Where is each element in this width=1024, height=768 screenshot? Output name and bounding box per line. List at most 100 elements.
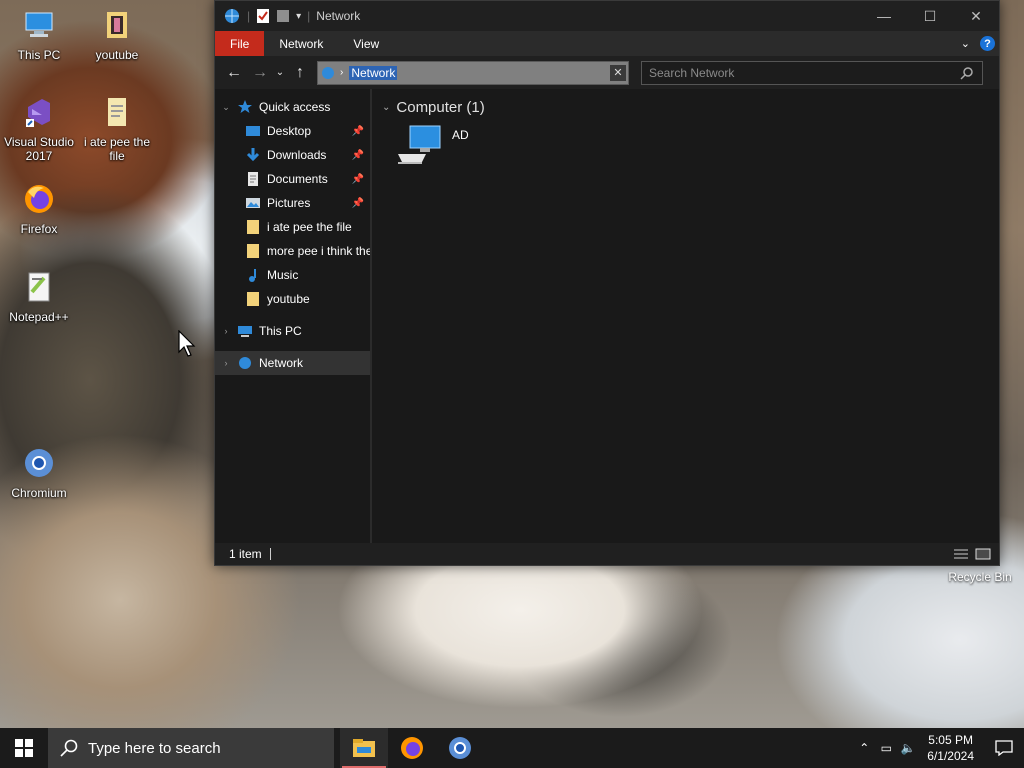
nav-quick-access[interactable]: ⌄ Quick access [215,95,370,119]
minimize-button[interactable]: — [861,1,907,31]
notepad-plus-plus-icon [28,272,50,302]
window-title: Network [316,9,361,23]
desktop-icon-label: Notepad++ [9,310,69,324]
address-bar-row: ← → ⌄ ↑ › Network ✕ [215,56,999,89]
title-bar[interactable]: | ▾ | Network — ☐ ✕ [215,1,999,31]
back-button[interactable]: ← [221,60,247,86]
nav-item-downloads[interactable]: Downloads 📌 [215,143,370,167]
desktop-icon-label: Firefox [20,222,58,236]
tab-file[interactable]: File [215,31,265,56]
file-explorer-window: | ▾ | Network — ☐ ✕ File Network View ⌄ … [214,0,1000,566]
recent-locations-icon[interactable]: ⌄ [273,60,287,86]
computer-icon [398,125,441,164]
chromium-icon [449,737,471,759]
taskbar-search-placeholder[interactable]: Type here to search [88,740,221,757]
taskbar-file-explorer[interactable] [340,728,388,768]
customize-toolbar-icon[interactable]: ▾ [296,11,301,22]
desktop-icon-chromium[interactable]: Chromium [0,446,78,500]
folder-icon [247,292,259,306]
group-title: Computer (1) [396,99,485,116]
taskbar-search[interactable]: Type here to search [48,728,334,768]
collapse-chevron-icon[interactable]: ⌄ [382,102,390,113]
desktop-icon-notepadpp[interactable]: Notepad++ [0,270,78,324]
search-icon[interactable] [960,66,974,80]
expand-chevron-icon[interactable]: › [219,358,233,368]
volume-muted-icon[interactable]: 🔈 [897,741,919,755]
show-hidden-icons-icon[interactable]: ⌃ [853,741,875,755]
nav-label: Documents [267,172,328,186]
nav-item-folder-file[interactable]: i ate pee the file [215,215,370,239]
close-button[interactable]: ✕ [953,1,999,31]
this-pc-icon [238,326,252,337]
expand-ribbon-icon[interactable]: ⌄ [961,37,970,50]
up-button[interactable]: ↑ [287,60,313,86]
details-view-icon[interactable] [953,548,969,560]
nav-label: Network [259,356,304,370]
nav-label: Desktop [267,124,312,138]
windows-logo-icon [15,739,33,757]
start-button[interactable] [0,728,48,768]
nav-label: Pictures [267,196,311,210]
address-bar[interactable]: › Network ✕ [317,60,629,85]
desktop-icon-recycle-bin[interactable]: Recycle Bin [940,570,1020,584]
maximize-button[interactable]: ☐ [907,1,953,31]
tab-view[interactable]: View [338,31,394,56]
pin-icon[interactable]: 📌 [352,198,364,209]
desktop-icon-label: youtube [95,48,139,62]
expand-chevron-icon[interactable]: › [219,326,233,336]
nav-item-music[interactable]: Music [215,263,370,287]
computer-item[interactable]: AD [396,124,999,166]
taskbar-chromium[interactable] [436,728,484,768]
nav-item-pictures[interactable]: Pictures 📌 [215,191,370,215]
nav-this-pc[interactable]: › This PC [215,319,370,343]
taskbar-firefox[interactable] [388,728,436,768]
nav-item-youtube[interactable]: youtube [215,287,370,311]
folder-icon [107,12,127,38]
search-input[interactable] [642,64,960,81]
desktop-icon-visual-studio[interactable]: Visual Studio 2017 [0,95,78,163]
firefox-icon [401,737,423,759]
desktop-icon-firefox[interactable]: Firefox [0,182,78,236]
nav-item-desktop[interactable]: Desktop 📌 [215,119,370,143]
chromium-icon [25,449,53,477]
action-center-button[interactable] [984,740,1024,756]
help-icon[interactable]: ? [980,36,995,51]
download-icon [246,148,260,162]
desktop-icon-youtube[interactable]: youtube [78,8,156,62]
new-folder-icon[interactable] [276,8,290,24]
expand-chevron-icon[interactable]: ⌄ [219,102,233,113]
network-status-icon[interactable]: ▭ [875,741,897,755]
ribbon-tabs: File Network View ⌄ ? [215,31,999,56]
desktop-folder-icon [246,126,260,136]
pin-icon[interactable]: 📌 [352,126,364,137]
desktop-icon-file[interactable]: i ate pee the file [78,95,156,163]
breadcrumb-chevron-icon[interactable]: › [340,67,343,78]
quick-access-toolbar: | ▾ | [215,8,310,24]
mouse-cursor-icon [178,330,196,357]
nav-network[interactable]: › Network [215,351,370,375]
nav-item-documents[interactable]: Documents 📌 [215,167,370,191]
tab-network[interactable]: Network [264,31,338,56]
content-pane[interactable]: ⌄ Computer (1) AD [372,89,999,543]
desktop-icon-this-pc[interactable]: This PC [0,8,78,62]
clock[interactable]: 5:05 PM 6/1/2024 [927,732,974,764]
network-icon [225,9,239,23]
nav-item-folder-more[interactable]: more pee i think the [215,239,370,263]
group-header[interactable]: ⌄ Computer (1) [382,99,999,116]
pin-icon[interactable]: 📌 [352,174,364,185]
pin-icon[interactable]: 📌 [352,150,364,161]
documents-icon [248,172,258,186]
visual-studio-icon [26,99,50,127]
search-box[interactable] [641,60,983,85]
file-explorer-icon [353,739,375,757]
properties-icon[interactable] [256,8,270,24]
navigation-pane: ⌄ Quick access Desktop 📌 Downloads 📌 Doc… [215,89,372,543]
nav-label: This PC [259,324,302,338]
clear-address-button[interactable]: ✕ [610,64,626,81]
folder-icon [247,244,259,258]
forward-button[interactable]: → [247,60,273,86]
nav-label: Downloads [267,148,327,162]
large-icons-view-icon[interactable] [975,548,991,560]
address-path[interactable]: Network [349,65,398,80]
nav-label: youtube [267,292,310,306]
